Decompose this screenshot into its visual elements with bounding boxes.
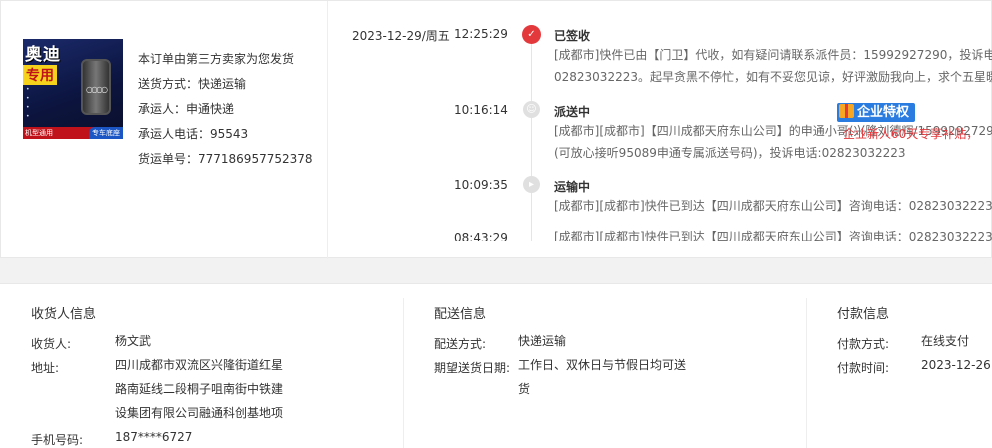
event-status: 运输中 bbox=[554, 180, 591, 194]
courier-icon: ☺ bbox=[523, 101, 540, 118]
ship-method: 送货方式：快递运输 bbox=[138, 77, 247, 91]
delivery-method-label: 配送方式: bbox=[434, 337, 487, 351]
event-time: 12:25:29 bbox=[454, 27, 508, 41]
event-time: 10:09:35 bbox=[454, 178, 508, 192]
receiver-title: 收货人信息 bbox=[31, 307, 97, 322]
event-detail-line: [成都市]快件已由【门卫】代收，如有疑问请联系派件员：15992927290，投… bbox=[554, 48, 992, 62]
product-image-tag: 专用 bbox=[23, 65, 57, 85]
address-line: 四川成都市双流区兴隆街道红星 bbox=[115, 358, 284, 372]
event-status: 已签收 bbox=[554, 29, 591, 43]
carrier-phone: 承运人电话：95543 bbox=[138, 127, 249, 141]
product-image-brand: 奥迪 bbox=[25, 45, 61, 65]
delivery-title: 配送信息 bbox=[434, 307, 487, 322]
column-divider bbox=[806, 298, 807, 448]
address: 四川成都市双流区兴隆街道红星 路南延线二段桐子咀南街中铁建 设集团有限公司融通科… bbox=[115, 353, 283, 425]
truck-icon: ▸ bbox=[523, 176, 540, 193]
event-time: 10:16:14 bbox=[454, 103, 508, 117]
event-detail-line: [成都市][成都市]快件已到达【四川成都天府东山公司】咨询电话：02823032… bbox=[554, 230, 992, 241]
payment-time: 2023-12-26 1 bbox=[921, 358, 992, 372]
expected-date-line: 货 bbox=[518, 382, 531, 396]
event-detail-line: (可放心接听95089申通专属派送号码)，投诉电话:02823032223 bbox=[554, 146, 906, 160]
event-detail: [成都市]快件已由【门卫】代收，如有疑问请联系派件员：15992927290，投… bbox=[554, 44, 992, 88]
carrier: 承运人：申通快递 bbox=[138, 102, 235, 116]
event-detail: [成都市][成都市]快件已到达【四川成都天府东山公司】咨询电话：02823032… bbox=[554, 195, 992, 217]
tracking-number[interactable]: 货运单号：777186957752378 bbox=[138, 147, 313, 172]
phone-holder-graphic: ○○○○ bbox=[81, 59, 111, 115]
payment-method: 在线支付 bbox=[921, 334, 970, 348]
product-image-bullets: • • • • bbox=[26, 86, 30, 120]
receiver-phone: 187****6727 bbox=[115, 430, 193, 444]
badge-label: 企业特权 bbox=[857, 105, 910, 120]
payment-time-label: 付款时间: bbox=[837, 361, 890, 375]
shipment-info: 本订单由第三方卖家为您发货 送货方式：快递运输 承运人：申通快递 承运人电话：9… bbox=[138, 47, 313, 172]
address-label: 地址: bbox=[31, 361, 60, 375]
column-divider bbox=[403, 298, 404, 448]
receiver-name: 杨文武 bbox=[115, 334, 152, 348]
delivery-method: 快递运输 bbox=[518, 334, 567, 348]
event-detail-line: [成都市][成都市]快件已到达【四川成都天府东山公司】咨询电话：02823032… bbox=[554, 199, 992, 213]
order-info-panel: 收货人信息 收货人: 杨文武 地址: 四川成都市双流区兴隆街道红星 路南延线二段… bbox=[0, 283, 992, 448]
expected-date-line: 工作日、双休日与节假日均可送 bbox=[518, 358, 687, 372]
timeline-date: 2023-12-29/周五 bbox=[352, 29, 450, 43]
audi-rings-icon: ○○○○ bbox=[86, 85, 108, 94]
timeline-line bbox=[531, 41, 532, 241]
address-line: 路南延线二段桐子咀南街中铁建 bbox=[115, 382, 284, 396]
phone-label: 手机号码: bbox=[31, 433, 84, 447]
event-time: 08:43:29 bbox=[454, 231, 508, 241]
seller-notice: 本订单由第三方卖家为您发货 bbox=[138, 52, 295, 66]
product-image[interactable]: 奥迪 专用 ○○○○ • • • • 机型通用 专车底座 bbox=[23, 39, 123, 139]
enterprise-promo-link[interactable]: 企业新人60天专享补贴， bbox=[843, 125, 978, 142]
gift-icon bbox=[839, 104, 854, 118]
payment-title: 付款信息 bbox=[837, 307, 890, 322]
expected-date: 工作日、双休日与节假日均可送 货 bbox=[518, 353, 686, 401]
payment-method-label: 付款方式: bbox=[837, 337, 890, 351]
expected-date-label: 期望送货日期: bbox=[434, 361, 511, 375]
receiver-name-label: 收货人: bbox=[31, 337, 72, 351]
event-detail: [成都市][成都市]快件已到达【四川成都天府东山公司】咨询电话：02823032… bbox=[554, 226, 992, 241]
product-image-strip-right: 专车底座 bbox=[89, 127, 123, 139]
enterprise-privilege-badge[interactable]: 企业特权 bbox=[837, 103, 916, 122]
event-status: 派送中 bbox=[554, 105, 591, 119]
check-icon: ✓ bbox=[522, 25, 541, 44]
event-detail-line: 02823032223。起早贪黑不停忙，如有不妥您见谅，好评激励我向上，求个五星… bbox=[554, 70, 992, 84]
address-line: 设集团有限公司融通科创基地项 bbox=[115, 406, 284, 420]
